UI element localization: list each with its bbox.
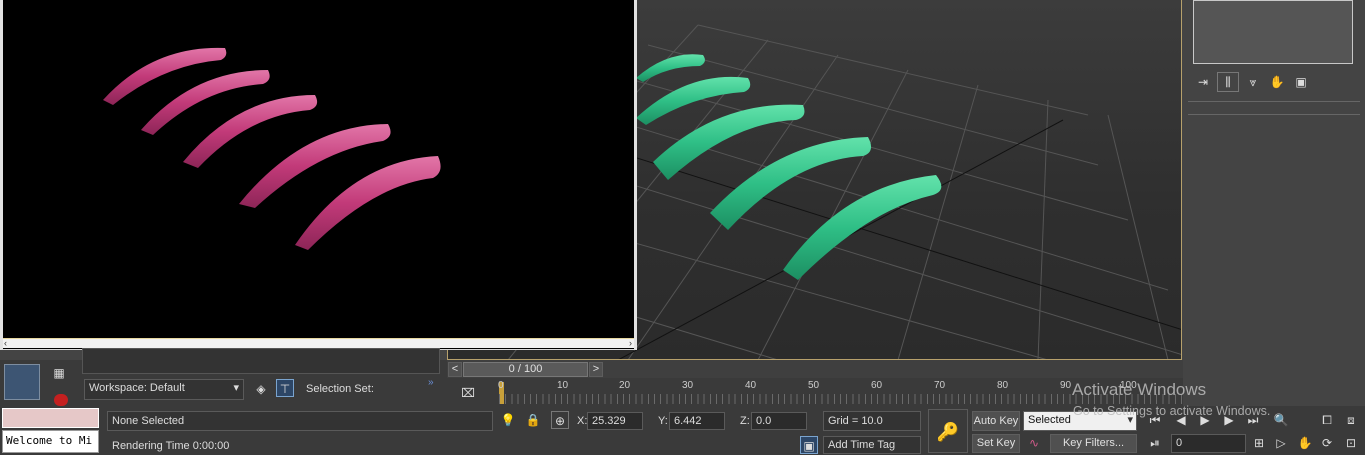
- ribbon-area: [82, 348, 440, 374]
- tick-label: 0: [498, 380, 504, 391]
- zoom-icon[interactable]: 🔍: [1272, 411, 1290, 429]
- pink-objects: [103, 47, 441, 250]
- y-label: Y:: [658, 415, 668, 427]
- time-slider-thumb[interactable]: 0 / 100: [463, 362, 588, 377]
- left-bottom-area: ▦ Workspace: Default ▾ ◈ ⊤ Selection Set…: [0, 348, 447, 410]
- viewport-axes: [547, 119, 1181, 359]
- configure-modifier-sets-icon[interactable]: ▣: [1291, 73, 1311, 91]
- x-coordinate-field[interactable]: 25.329: [587, 412, 643, 430]
- render-canvas: [103, 47, 441, 250]
- curve-editor-icon[interactable]: ⌧: [459, 384, 477, 402]
- time-tag-icon[interactable]: ▣: [800, 436, 818, 454]
- prev-frame-button[interactable]: <: [448, 362, 462, 377]
- key-icon[interactable]: 🔑: [928, 409, 968, 453]
- maxscript-listener-pink[interactable]: [2, 408, 99, 428]
- pan-view-icon[interactable]: ✋: [1296, 434, 1314, 452]
- activate-windows-title: Activate Windows: [1072, 380, 1207, 399]
- orbit-icon[interactable]: ⟳: [1318, 434, 1336, 452]
- workspace-dropdown[interactable]: Workspace: Default ▾: [84, 379, 244, 400]
- tick-label: 30: [682, 380, 694, 391]
- green-objects: [636, 54, 942, 280]
- show-end-result-icon[interactable]: ⫼: [1217, 72, 1239, 92]
- rendering-time: Rendering Time 0:00:00: [112, 440, 230, 452]
- tick-label: 80: [997, 380, 1009, 391]
- y-coordinate-field[interactable]: 6.442: [669, 412, 725, 430]
- render-window-scrollbar[interactable]: ‹ ›: [3, 338, 634, 348]
- viewport-layout-icon[interactable]: [4, 364, 40, 400]
- auto-key-button[interactable]: Auto Key: [972, 411, 1020, 431]
- pin-stack-icon[interactable]: ⇥: [1193, 73, 1213, 91]
- command-panel-toolbar: ⇥ ⫼ ⩔ ✋ ▣: [1193, 70, 1361, 94]
- command-panel: ⇥ ⫼ ⩔ ✋ ▣: [1183, 0, 1365, 410]
- panel-divider: [1188, 114, 1360, 115]
- z-label: Z:: [740, 415, 750, 427]
- tick-label: 70: [934, 380, 946, 391]
- field-of-view-icon[interactable]: ▷: [1272, 434, 1290, 452]
- lock-selection-icon[interactable]: 🔒: [524, 411, 542, 429]
- absolute-mode-icon[interactable]: ⊕: [551, 411, 569, 429]
- current-frame-field[interactable]: 0: [1171, 434, 1246, 453]
- grid-icon[interactable]: ▦: [50, 364, 68, 382]
- set-key-button[interactable]: Set Key: [972, 434, 1020, 453]
- maxscript-mini-listener[interactable]: Welcome to Mi: [2, 430, 99, 453]
- scroll-right-icon[interactable]: ›: [629, 339, 632, 348]
- tick-label: 90: [1060, 380, 1072, 391]
- rendered-frame-window[interactable]: [0, 0, 637, 350]
- grid-status: Grid = 10.0: [823, 411, 921, 431]
- tick-label: 10: [557, 380, 569, 391]
- tick-label: 40: [745, 380, 757, 391]
- tick-label: 60: [871, 380, 883, 391]
- zoom-extents-all-icon[interactable]: ⧈: [1342, 411, 1360, 429]
- isolate-selection-icon[interactable]: 💡: [499, 411, 517, 429]
- command-panel-preview: [1193, 0, 1353, 64]
- make-unique-icon[interactable]: ⩔: [1243, 73, 1263, 91]
- time-slider-row: < 0 / 100 >: [447, 360, 1183, 378]
- tick-label: 20: [619, 380, 631, 391]
- selection-status: None Selected: [107, 411, 493, 431]
- add-time-tag[interactable]: Add Time Tag: [823, 436, 921, 454]
- maximize-viewport-icon[interactable]: ⊡: [1342, 434, 1360, 452]
- key-mode-toggle-icon[interactable]: ⏯: [1146, 434, 1164, 452]
- selection-set-label: Selection Set:: [306, 383, 374, 395]
- remove-modifier-icon[interactable]: ✋: [1267, 73, 1287, 91]
- time-configuration-icon[interactable]: ⊞: [1250, 434, 1268, 452]
- key-filters-button[interactable]: Key Filters...: [1050, 434, 1137, 453]
- activate-windows-subtitle: Go to Settings to activate Windows.: [1073, 404, 1271, 418]
- key-tangent-icon[interactable]: ∿: [1025, 434, 1043, 452]
- layers-icon[interactable]: ◈: [252, 380, 270, 398]
- key-mode-value: Selected: [1028, 414, 1071, 426]
- chevron-down-icon: ▾: [233, 382, 239, 394]
- x-label: X:: [577, 415, 588, 427]
- record-icon[interactable]: [54, 394, 68, 406]
- scene-explorer-icon[interactable]: ⊤: [276, 379, 294, 397]
- panel-divider: [1188, 101, 1360, 102]
- workspace-label: Workspace: Default: [89, 382, 185, 394]
- tick-label: 50: [808, 380, 820, 391]
- zoom-extents-icon[interactable]: ⧠: [1318, 411, 1336, 429]
- scroll-left-icon[interactable]: ‹: [4, 339, 7, 348]
- expand-icon[interactable]: »: [428, 377, 434, 388]
- next-frame-button[interactable]: >: [589, 362, 603, 377]
- z-coordinate-field[interactable]: 0.0: [751, 412, 807, 430]
